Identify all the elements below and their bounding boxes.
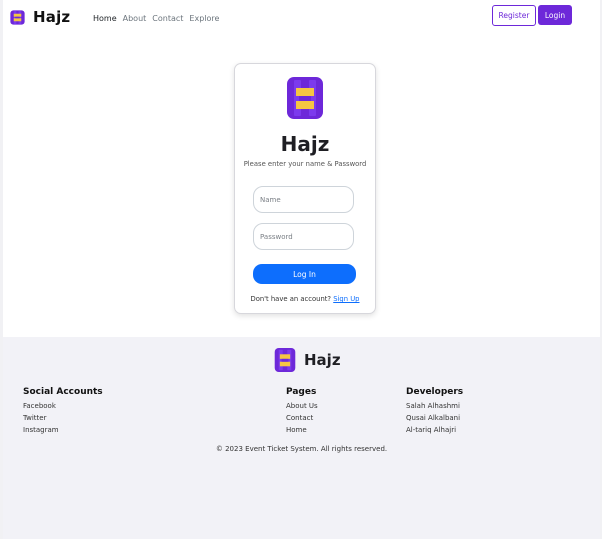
nav-home-link[interactable]: Home bbox=[93, 14, 117, 23]
card-subtitle: Please enter your name & Password bbox=[243, 160, 367, 168]
login-button[interactable]: Login bbox=[538, 5, 572, 25]
footer: Hajz Social Accounts Facebook Twitter In… bbox=[3, 337, 600, 539]
footer-pages-heading: Pages bbox=[286, 387, 317, 397]
footer-brand: Hajz bbox=[274, 348, 341, 372]
nav-explore-link[interactable]: Explore bbox=[189, 14, 219, 23]
h-logo-icon bbox=[10, 9, 25, 25]
footer-about-link[interactable]: About Us bbox=[286, 400, 318, 412]
footer-twitter-link[interactable]: Twitter bbox=[23, 412, 103, 424]
signup-line: Don't have an account? Sign Up bbox=[235, 295, 375, 303]
nav-contact-link[interactable]: Contact bbox=[152, 14, 183, 23]
footer-social-column: Social Accounts Facebook Twitter Instagr… bbox=[23, 387, 103, 436]
footer-developers-column: Developers Salah Alhashmi Qusai Alkalban… bbox=[406, 387, 463, 436]
developer-name: Salah Alhashmi bbox=[406, 402, 460, 410]
signup-link[interactable]: Sign Up bbox=[333, 295, 359, 303]
footer-contact-link[interactable]: Contact bbox=[286, 412, 318, 424]
register-button[interactable]: Register bbox=[492, 5, 536, 26]
name-input[interactable] bbox=[253, 186, 354, 213]
copyright-text: © 2023 Event Ticket System. All rights r… bbox=[215, 445, 388, 453]
developer-name: Al-tariq Alhajri bbox=[406, 426, 457, 434]
brand-name: Hajz bbox=[33, 8, 71, 26]
footer-facebook-link[interactable]: Facebook bbox=[23, 400, 103, 412]
footer-instagram-link[interactable]: Instagram bbox=[23, 424, 103, 436]
login-card: Hajz Please enter your name & Password L… bbox=[234, 63, 376, 314]
footer-pages-column: Pages About Us Contact Home bbox=[286, 387, 318, 436]
card-title: Hajz bbox=[280, 132, 330, 156]
log-in-button[interactable]: Log In bbox=[253, 264, 356, 284]
signup-prompt: Don't have an account? bbox=[250, 295, 332, 303]
footer-developers-heading: Developers bbox=[406, 387, 464, 397]
developer-name: Qusai Alkalbani bbox=[406, 414, 461, 422]
nav-about-link[interactable]: About bbox=[123, 14, 147, 23]
card-h-logo-icon bbox=[287, 77, 323, 119]
footer-social-heading: Social Accounts bbox=[23, 387, 103, 397]
footer-brand-name: Hajz bbox=[304, 351, 341, 369]
password-input[interactable] bbox=[253, 223, 354, 250]
navbar-brand[interactable]: Hajz bbox=[10, 8, 70, 26]
footer-h-logo-icon bbox=[274, 348, 296, 372]
navbar: Hajz Home About Contact Explore Register… bbox=[0, 0, 602, 38]
nav-links: Home About Contact Explore bbox=[93, 14, 225, 23]
footer-home-link[interactable]: Home bbox=[286, 424, 318, 436]
